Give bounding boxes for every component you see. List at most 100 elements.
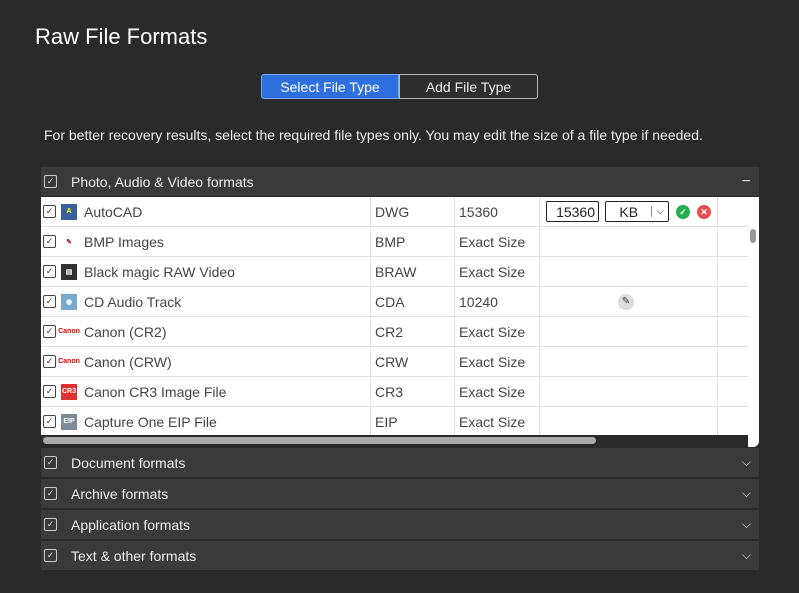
empty-cell	[717, 197, 748, 226]
canon-icon: Canon	[58, 328, 80, 335]
edit-cell	[539, 257, 718, 286]
table-row[interactable]: ✓ ✎ BMP Images BMP Exact Size	[41, 227, 748, 257]
canon-icon: Canon	[58, 358, 80, 365]
eip-icon: EIP	[61, 413, 77, 430]
chevron-down-icon: ⌵	[651, 206, 668, 217]
empty-cell	[717, 407, 748, 435]
section-collapsed[interactable]: ✓ Document formats ⌵	[41, 448, 759, 477]
section-checkbox[interactable]: ✓	[44, 549, 57, 562]
edit-pencil-icon[interactable]: ✎	[618, 294, 634, 310]
empty-cell	[717, 377, 748, 406]
file-size: Exact Size	[454, 347, 540, 376]
file-type-name: Canon (CR2)	[84, 323, 167, 340]
empty-cell	[717, 257, 748, 286]
edit-cell: ✎	[539, 287, 718, 316]
tab-bar: Select File Type Add File Type	[261, 74, 538, 99]
scrollbar-thumb[interactable]	[43, 437, 596, 444]
row-checkbox[interactable]: ✓	[43, 295, 56, 308]
empty-cell	[717, 317, 748, 346]
table-row[interactable]: ✓ Canon Canon (CR2) CR2 Exact Size	[41, 317, 748, 347]
row-checkbox[interactable]: ✓	[43, 415, 56, 428]
chevron-down-icon[interactable]: ⌵	[742, 548, 751, 563]
empty-cell	[717, 227, 748, 256]
cd-audio-icon: ◉	[61, 293, 77, 310]
file-extension: CRW	[370, 347, 454, 376]
chevron-down-icon[interactable]: ⌵	[742, 517, 751, 532]
section-label: Application formats	[71, 516, 191, 533]
section-collapsed[interactable]: ✓ Text & other formats ⌵	[41, 541, 759, 570]
section-label: Photo, Audio & Video formats	[71, 173, 254, 190]
file-type-name: BMP Images	[84, 233, 164, 250]
row-checkbox[interactable]: ✓	[43, 205, 56, 218]
page-title: Raw File Formats	[35, 24, 208, 49]
edit-cell	[539, 377, 718, 406]
cr3-icon: CR3	[61, 383, 77, 400]
film-icon: ▤	[61, 263, 77, 280]
file-type-name: CD Audio Track	[84, 293, 182, 310]
section-collapsed[interactable]: ✓ Application formats ⌵	[41, 510, 759, 539]
table-row[interactable]: ✓ A AutoCAD DWG 15360 KB ⌵ ✓ ✕	[41, 197, 748, 227]
edit-cell	[539, 227, 718, 256]
file-extension: CR2	[370, 317, 454, 346]
tab-add-file-type[interactable]: Add File Type	[399, 74, 538, 99]
file-extension: EIP	[370, 407, 454, 435]
file-type-name: Canon CR3 Image File	[84, 383, 227, 400]
file-size: Exact Size	[454, 227, 540, 256]
edit-cell	[539, 347, 718, 376]
table-row[interactable]: ✓ Canon Canon (CRW) CRW Exact Size	[41, 347, 748, 377]
collapse-icon[interactable]: −	[742, 173, 751, 191]
empty-cell	[717, 287, 748, 316]
table-row[interactable]: ✓ ▤ Black magic RAW Video BRAW Exact Siz…	[41, 257, 748, 287]
file-size: Exact Size	[454, 317, 540, 346]
section-checkbox[interactable]: ✓	[44, 456, 57, 469]
section-checkbox[interactable]: ✓	[44, 487, 57, 500]
file-type-name: AutoCAD	[84, 203, 143, 220]
section-collapsed[interactable]: ✓ Archive formats ⌵	[41, 479, 759, 508]
file-extension: CDA	[370, 287, 454, 316]
edit-cell	[539, 407, 718, 435]
chevron-down-icon[interactable]: ⌵	[742, 455, 751, 470]
size-input[interactable]	[546, 201, 599, 222]
file-size: Exact Size	[454, 257, 540, 286]
chevron-down-icon[interactable]: ⌵	[742, 486, 751, 501]
file-extension: DWG	[370, 197, 454, 226]
section-label: Text & other formats	[71, 547, 197, 564]
description: For better recovery results, select the …	[44, 127, 703, 143]
file-type-name: Canon (CRW)	[84, 353, 172, 370]
bmp-icon: ✎	[66, 238, 72, 246]
cancel-icon[interactable]: ✕	[697, 205, 711, 219]
scroll-corner	[748, 435, 759, 447]
empty-cell	[717, 347, 748, 376]
file-extension: BMP	[370, 227, 454, 256]
file-type-name: Black magic RAW Video	[84, 263, 235, 280]
file-extension: BRAW	[370, 257, 454, 286]
section-photo-audio-video[interactable]: ✓ Photo, Audio & Video formats −	[41, 167, 759, 196]
table-row[interactable]: ✓ ◉ CD Audio Track CDA 10240 ✎	[41, 287, 748, 317]
edit-cell: KB ⌵ ✓ ✕	[539, 197, 718, 226]
row-checkbox[interactable]: ✓	[43, 385, 56, 398]
file-size: Exact Size	[454, 377, 540, 406]
file-size: 10240	[454, 287, 540, 316]
scrollbar-thumb[interactable]	[750, 229, 756, 243]
unit-select[interactable]: KB ⌵	[605, 201, 669, 222]
row-checkbox[interactable]: ✓	[43, 265, 56, 278]
horizontal-scrollbar[interactable]	[41, 435, 748, 447]
confirm-icon[interactable]: ✓	[676, 205, 690, 219]
row-checkbox[interactable]: ✓	[43, 355, 56, 368]
vertical-scrollbar[interactable]	[748, 197, 759, 435]
table-row[interactable]: ✓ EIP Capture One EIP File EIP Exact Siz…	[41, 407, 748, 435]
section-checkbox[interactable]: ✓	[44, 175, 57, 188]
unit-value: KB	[619, 203, 639, 220]
section-label: Archive formats	[71, 485, 169, 502]
file-type-table: ✓ A AutoCAD DWG 15360 KB ⌵ ✓ ✕ ✓ ✎ BMP Ima…	[41, 197, 748, 435]
tab-select-file-type[interactable]: Select File Type	[261, 74, 399, 99]
file-extension: CR3	[370, 377, 454, 406]
file-size: Exact Size	[454, 407, 540, 435]
section-checkbox[interactable]: ✓	[44, 518, 57, 531]
row-checkbox[interactable]: ✓	[43, 235, 56, 248]
row-checkbox[interactable]: ✓	[43, 325, 56, 338]
table-row[interactable]: ✓ CR3 Canon CR3 Image File CR3 Exact Siz…	[41, 377, 748, 407]
file-type-name: Capture One EIP File	[84, 413, 217, 430]
file-size: 15360	[454, 197, 540, 226]
section-label: Document formats	[71, 454, 186, 471]
